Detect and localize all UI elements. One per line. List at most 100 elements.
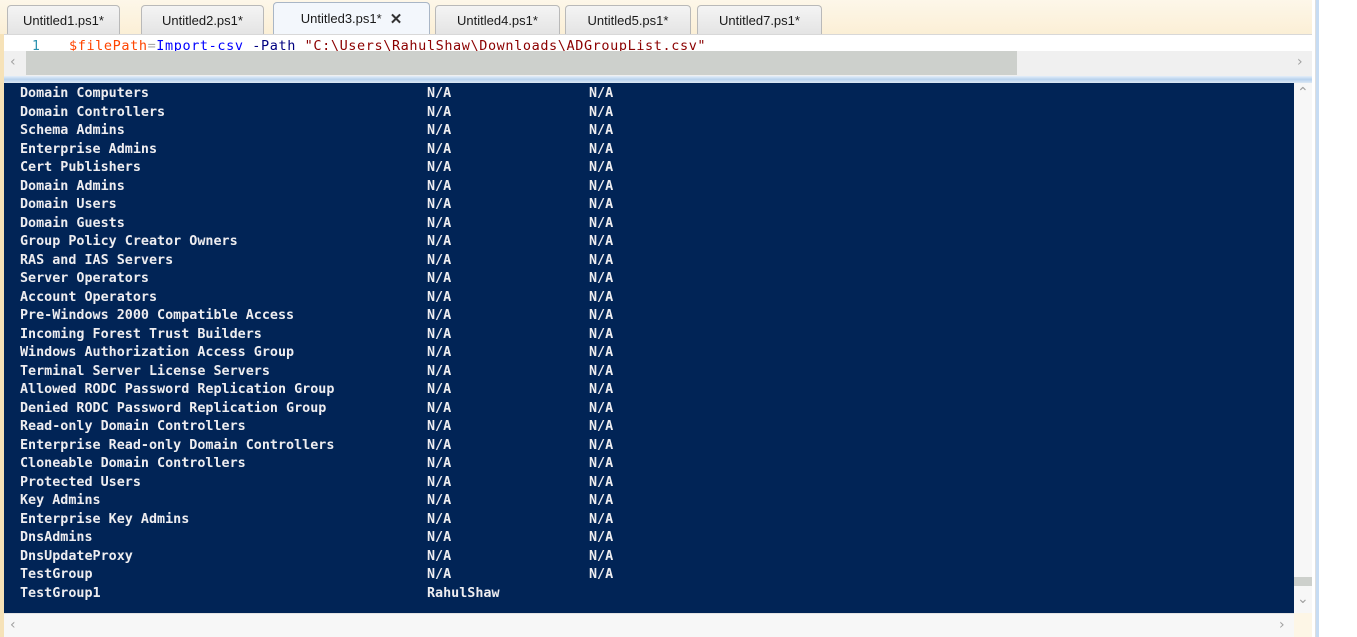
group-name: Denied RODC Password Replication Group (20, 400, 327, 416)
group-name: Incoming Forest Trust Builders (20, 326, 262, 342)
tab-untitled5[interactable]: Untitled5.ps1* (565, 5, 691, 34)
group-name: DnsUpdateProxy (20, 548, 133, 564)
script-tab-strip: Untitled1.ps1* Untitled2.ps1* Untitled3.… (0, 0, 1332, 34)
code-operator: = (147, 38, 157, 51)
member-value: N/A (427, 289, 452, 305)
member-value: N/A (427, 548, 452, 564)
tab-untitled4[interactable]: Untitled4.ps1* (435, 5, 560, 34)
member-value: N/A (427, 104, 452, 120)
group-name: TestGroup (20, 567, 93, 582)
console-scroll-thumb[interactable] (1294, 577, 1312, 586)
scroll-left-icon[interactable]: ‹ (10, 54, 16, 70)
close-tab-icon[interactable]: ✕ (390, 10, 403, 28)
detail-value: N/A (589, 326, 614, 342)
group-name: Enterprise Read-only Domain Controllers (20, 437, 335, 453)
group-name: Allowed RODC Password Replication Group (20, 382, 335, 397)
detail-value: N/A (589, 400, 614, 416)
detail-value: N/A (589, 178, 614, 194)
code-cmdlet: Import-csv (156, 38, 244, 51)
member-value: N/A (427, 530, 452, 545)
detail-value: N/A (589, 123, 614, 138)
group-name: Domain Admins (20, 178, 125, 194)
scroll-left-icon[interactable]: ‹ (10, 617, 16, 633)
member-value: N/A (427, 345, 452, 360)
scroll-up-icon[interactable]: ⌃ (1297, 85, 1309, 101)
detail-value: N/A (589, 382, 614, 397)
group-name: Server Operators (20, 271, 149, 286)
member-value: N/A (427, 419, 452, 434)
group-name: Terminal Server License Servers (20, 363, 270, 379)
member-value: N/A (427, 437, 452, 453)
group-name: Group Policy Creator Owners (20, 234, 238, 249)
member-value: N/A (427, 326, 452, 342)
detail-value: N/A (589, 308, 614, 323)
group-name: Cloneable Domain Controllers (20, 456, 246, 471)
console-horizontal-scrollbar[interactable]: ‹ › (4, 613, 1294, 637)
detail-value: N/A (589, 86, 614, 101)
group-name: Domain Computers (20, 86, 149, 101)
scroll-down-icon[interactable]: ⌄ (1297, 591, 1309, 607)
member-value: N/A (427, 160, 452, 175)
script-editor[interactable]: 1 $filePath=Import-csv -Path "C:\Users\R… (4, 34, 1312, 51)
member-value: N/A (427, 141, 452, 157)
console-pane[interactable]: Domain Computers N/A N/A Domain Controllers… (4, 83, 1294, 613)
group-name: Pre-Windows 2000 Compatible Access (20, 308, 295, 323)
member-value: N/A (427, 123, 452, 138)
member-value: N/A (427, 271, 452, 286)
detail-value: N/A (589, 289, 614, 305)
editor-scroll-thumb[interactable] (26, 51, 1017, 75)
group-name: Protected Users (20, 474, 141, 490)
editor-horizontal-scrollbar[interactable]: ‹ › (4, 51, 1312, 76)
group-name: Domain Guests (20, 215, 125, 231)
group-name: Schema Admins (20, 123, 125, 138)
group-name: TestGroup1 (20, 585, 101, 601)
tab-untitled7[interactable]: Untitled7.ps1* (697, 5, 822, 34)
group-name: Domain Controllers (20, 104, 166, 120)
detail-value: N/A (589, 419, 614, 434)
group-name: DnsAdmins (20, 530, 93, 545)
member-value: N/A (427, 400, 452, 416)
tab-label: Untitled4.ps1* (457, 12, 538, 28)
detail-value: N/A (589, 437, 614, 453)
group-name: Enterprise Key Admins (20, 511, 190, 527)
detail-value: N/A (589, 234, 614, 249)
member-value: RahulShaw (427, 585, 500, 601)
detail-value: N/A (589, 345, 614, 360)
detail-value: N/A (589, 511, 614, 527)
code-line: $filePath=Import-csv -Path "C:\Users\Rah… (69, 38, 706, 51)
tab-label: Untitled1.ps1* (23, 12, 104, 28)
group-name: Cert Publishers (20, 160, 141, 175)
detail-value: N/A (589, 160, 614, 175)
member-value: N/A (427, 234, 452, 249)
member-value: N/A (427, 86, 452, 101)
detail-value: N/A (589, 548, 614, 564)
tab-untitled3[interactable]: Untitled3.ps1* ✕ (273, 2, 430, 34)
panel-splitter[interactable] (1315, 0, 1319, 637)
group-name: Domain Users (20, 197, 117, 212)
tab-untitled2[interactable]: Untitled2.ps1* (141, 5, 264, 34)
member-value: N/A (427, 363, 452, 379)
code-variable: $filePath (69, 38, 148, 51)
member-value: N/A (427, 197, 452, 212)
pane-splitter[interactable] (4, 76, 1312, 83)
group-name: Account Operators (20, 289, 158, 305)
member-value: N/A (427, 382, 452, 397)
member-value: N/A (427, 308, 452, 323)
member-value: N/A (427, 474, 452, 490)
scroll-right-icon[interactable]: › (1297, 54, 1303, 70)
member-value: N/A (427, 178, 452, 194)
console-vertical-scrollbar[interactable]: ⌃ ⌄ (1294, 83, 1312, 613)
scroll-right-icon[interactable]: › (1279, 617, 1285, 633)
member-value: N/A (427, 511, 452, 527)
right-side-panel-edge (1312, 0, 1357, 637)
tab-label: Untitled5.ps1* (587, 12, 669, 28)
group-name: Windows Authorization Access Group (20, 345, 295, 360)
member-value: N/A (427, 567, 452, 582)
tab-untitled1[interactable]: Untitled1.ps1* (7, 5, 120, 34)
detail-value: N/A (589, 363, 614, 379)
detail-value: N/A (589, 493, 614, 508)
tab-label: Untitled7.ps1* (719, 12, 800, 28)
group-name: Enterprise Admins (20, 141, 158, 157)
tab-label: Untitled2.ps1* (162, 12, 243, 28)
code-string: "C:\Users\RahulShaw\Downloads\ADGroupLis… (304, 38, 707, 51)
